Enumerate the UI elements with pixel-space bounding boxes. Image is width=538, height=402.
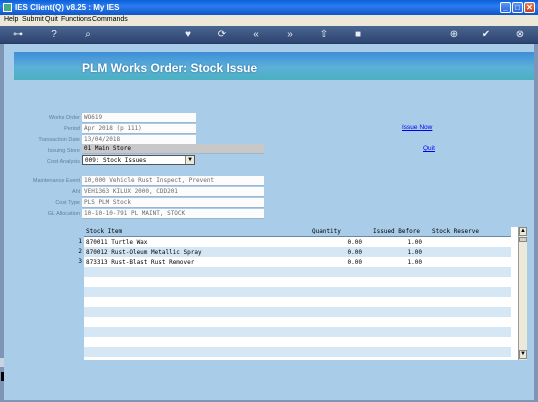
row-number: 1	[78, 238, 82, 245]
menu-quit[interactable]: Quit	[45, 16, 58, 23]
help-icon[interactable]: ?	[48, 29, 60, 41]
column-header-issued-before[interactable]: Issued Before	[373, 228, 420, 235]
upload-icon[interactable]: ⇧	[318, 29, 330, 41]
close-window-button[interactable]: ✕	[524, 2, 535, 13]
cost-analysis-label: Cost Analysis	[46, 159, 80, 165]
column-header-quantity[interactable]: Quantity	[312, 228, 341, 235]
row-number-column: 1 2 3	[64, 237, 84, 360]
asset-label: Ahl	[72, 189, 80, 195]
scroll-up-icon[interactable]: ▲	[519, 227, 527, 236]
issuing-store-field[interactable]: 01 Main Store	[82, 144, 264, 154]
close-icon[interactable]: ⊗	[514, 29, 526, 41]
stock-items-table: Stock Item Quantity Issued Before Stock …	[84, 227, 518, 360]
menu-functions[interactable]: Functions	[61, 16, 91, 23]
gl-allocation-field[interactable]: 10-10-10-791 PL MAINT, STOCK	[82, 209, 264, 219]
heart-icon[interactable]: ♥	[182, 29, 194, 41]
works-order-label: Works Order	[48, 115, 80, 121]
issued-before-cell: 1.00	[407, 249, 422, 256]
row-band	[84, 347, 511, 357]
quantity-cell[interactable]: 0.00	[314, 248, 362, 257]
scroll-down-icon[interactable]: ▼	[519, 350, 527, 359]
table-header: Stock Item Quantity Issued Before Stock …	[84, 227, 511, 237]
row-band	[84, 287, 511, 297]
rewind-icon[interactable]: «	[250, 29, 262, 41]
issuing-store-label: Issuing Store	[47, 148, 80, 154]
menu-bar: Help Submit Quit Functions Commands	[0, 15, 538, 26]
period-field[interactable]: Apr 2018 (p 111)	[82, 124, 196, 134]
quantity-cell[interactable]: 0.00	[314, 258, 362, 267]
check-icon[interactable]: ✔	[480, 29, 492, 41]
table-row[interactable]: 873313 Rust-Blast Rust Remover 0.00 1.00	[84, 258, 511, 267]
table-row[interactable]: 870011 Turtle Wax 0.00 1.00	[84, 238, 511, 247]
stock-item-cell: 870011 Turtle Wax	[86, 239, 148, 246]
cost-analysis-select[interactable]: 009: Stock Issues ▼	[82, 155, 195, 165]
maintenance-event-field[interactable]: 10,000 Vehicle Rust Inspect, Prevent	[82, 176, 264, 186]
menu-submit[interactable]: Submit	[22, 16, 44, 23]
gl-allocation-label: GL Allocation	[47, 211, 80, 217]
row-band	[84, 267, 511, 277]
toolbar: ⊶ ? ⌕ ♥ ⟳ « » ⇧ ■ ⊕ ✔ ⊗	[0, 26, 538, 44]
chevron-down-icon[interactable]: ▼	[185, 156, 194, 164]
fast-forward-icon[interactable]: »	[284, 29, 296, 41]
stock-item-cell: 873313 Rust-Blast Rust Remover	[86, 259, 195, 266]
quit-link[interactable]: Quit	[423, 145, 435, 152]
window-title: IES Client(Q) v8.25 : My IES	[15, 3, 120, 12]
status-strip	[0, 358, 4, 367]
row-number: 3	[78, 258, 82, 265]
table-scrollbar[interactable]: ▲ ▼	[518, 227, 527, 360]
title-bar: IES Client(Q) v8.25 : My IES _ □ ✕	[0, 0, 538, 15]
stop-icon[interactable]: ■	[352, 29, 364, 41]
quantity-cell[interactable]: 0.00	[314, 238, 362, 247]
menu-help[interactable]: Help	[4, 16, 18, 23]
row-band	[84, 327, 511, 337]
works-order-field[interactable]: WO619	[82, 113, 196, 123]
maximize-button[interactable]: □	[512, 2, 523, 13]
cost-analysis-value: 009: Stock Issues	[85, 157, 147, 164]
content-area: PLM Works Order: Stock Issue Works Order…	[4, 44, 534, 400]
issued-before-cell: 1.00	[407, 239, 422, 246]
issued-before-cell: 1.00	[407, 259, 422, 266]
add-icon[interactable]: ⊕	[448, 29, 460, 41]
app-icon	[3, 3, 12, 12]
refresh-icon[interactable]: ⟳	[216, 29, 228, 41]
table-row[interactable]: 870012 Rust-Oleum Metallic Spray 0.00 1.…	[84, 248, 511, 257]
scrollbar-thumb[interactable]	[519, 237, 527, 242]
minimize-button[interactable]: _	[500, 2, 511, 13]
header-band: PLM Works Order: Stock Issue	[14, 52, 534, 80]
period-label: Period	[64, 126, 80, 132]
column-header-stock-reserve[interactable]: Stock Reserve	[432, 228, 479, 235]
cost-type-label: Cost Type	[55, 200, 80, 206]
row-band	[84, 307, 511, 317]
maintenance-event-label: Maintenance Event	[32, 178, 80, 184]
key-icon[interactable]: ⊶	[8, 29, 28, 41]
stock-item-cell: 870012 Rust-Oleum Metallic Spray	[86, 249, 202, 256]
search-icon[interactable]: ⌕	[82, 29, 94, 41]
column-header-stock-item[interactable]: Stock Item	[86, 228, 122, 235]
asset-field[interactable]: VEH1363 KILUX 2000, CDD201	[82, 187, 264, 197]
page-title: PLM Works Order: Stock Issue	[82, 61, 258, 75]
row-number: 2	[78, 248, 82, 255]
page-indicator-icon	[1, 372, 4, 381]
transaction-date-label: Transaction Date	[38, 137, 80, 143]
cost-type-field[interactable]: PLS PLM Stock	[82, 198, 264, 208]
issue-now-link[interactable]: Issue Now	[402, 124, 432, 131]
menu-commands[interactable]: Commands	[92, 16, 128, 23]
